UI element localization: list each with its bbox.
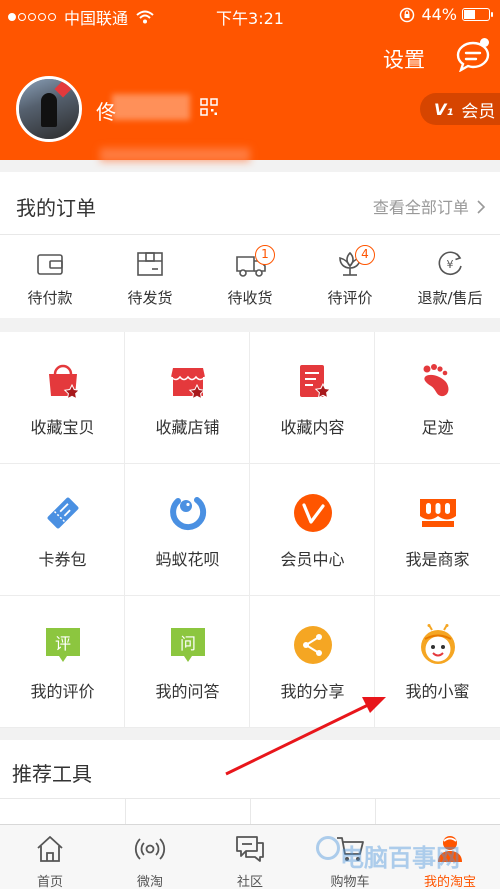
huabei-icon [170, 497, 207, 531]
watermark-logo-icon [316, 836, 340, 860]
refund-icon: ¥ [438, 251, 462, 275]
grid-huabei[interactable]: 蚂蚁花呗 [125, 464, 250, 596]
grid-my-share[interactable]: 我的分享 [250, 596, 375, 728]
review-icon: 评 [46, 628, 80, 662]
chevron-right-icon [477, 200, 486, 214]
vip-button[interactable]: V₁ 会员 [420, 93, 500, 125]
xiaomi-bee-icon [421, 624, 455, 664]
profile-header: 中国联通 下午3:21 44% 设置 佟 V₁ 会员 [0, 0, 500, 162]
order-pending-shipment[interactable]: 待发货 [100, 235, 200, 318]
avatar[interactable] [16, 76, 82, 142]
order-refund[interactable]: ¥ 退款/售后 [400, 235, 500, 318]
vip-level-icon: V₁ [434, 99, 454, 119]
grid-footprint[interactable]: 足迹 [375, 332, 500, 464]
fav-content-icon [300, 365, 332, 399]
order-pending-review[interactable]: 4 待评价 [300, 235, 400, 318]
settings-button[interactable]: 设置 [383, 44, 425, 74]
grid-my-qa[interactable]: 问 我的问答 [125, 596, 250, 728]
home-icon [37, 836, 63, 862]
svg-text:问: 问 [180, 634, 196, 653]
watermark: 电脑百事网 [340, 844, 460, 872]
orders-title: 我的订单 [16, 196, 96, 220]
receipt-count-badge: 1 [255, 245, 275, 265]
tab-home[interactable]: 首页 [0, 825, 100, 889]
tools-grid: 收藏宝贝 收藏店铺 收藏内容 足迹 卡券包 蚂蚁花呗 会员中心 我是商家 评 我… [0, 332, 500, 728]
broadcast-icon [134, 838, 166, 860]
tab-community[interactable]: 社区 [200, 825, 300, 889]
tab-weitao[interactable]: 微淘 [100, 825, 200, 889]
community-icon [236, 836, 264, 862]
review-count-badge: 4 [355, 245, 375, 265]
coupon-icon [47, 497, 79, 529]
grid-my-xiaomi[interactable]: 我的小蜜 [375, 596, 500, 728]
wallet-icon [37, 254, 63, 275]
order-pending-receipt[interactable]: 1 待收货 [200, 235, 300, 318]
merchant-icon [420, 499, 456, 527]
message-unread-dot [480, 38, 489, 47]
username-blur [112, 94, 190, 120]
battery-icon [462, 8, 493, 21]
grid-fav-items[interactable]: 收藏宝贝 [0, 332, 125, 464]
view-all-orders-link[interactable]: 查看全部订单 [373, 194, 486, 218]
package-icon [137, 252, 163, 276]
fav-item-icon [49, 364, 81, 400]
share-icon [294, 626, 332, 664]
orders-card: 我的订单 查看全部订单 待付款 待发货 1 待收货 4 待评价 ¥ 退款/售后 [0, 172, 500, 318]
grid-vip-center[interactable]: 会员中心 [250, 464, 375, 596]
vip-label: 会员 [461, 101, 496, 122]
grid-fav-shops[interactable]: 收藏店铺 [125, 332, 250, 464]
order-pending-payment[interactable]: 待付款 [0, 235, 100, 318]
grid-merchant[interactable]: 我是商家 [375, 464, 500, 596]
grid-fav-content[interactable]: 收藏内容 [250, 332, 375, 464]
footprint-icon [423, 364, 449, 397]
svg-text:¥: ¥ [447, 258, 454, 271]
svg-text:评: 评 [55, 634, 71, 653]
qr-code-icon[interactable] [200, 98, 218, 116]
recommended-tools: 推荐工具 [0, 740, 500, 830]
vip-center-icon [294, 494, 332, 532]
status-bar: 中国联通 下午3:21 44% [0, 0, 500, 28]
grid-my-reviews[interactable]: 评 我的评价 [0, 596, 125, 728]
qa-icon: 问 [171, 628, 205, 662]
battery-percent: 44% [421, 5, 457, 24]
rotation-lock-icon [400, 7, 415, 22]
grid-coupons[interactable]: 卡券包 [0, 464, 125, 596]
fav-shop-icon [170, 368, 206, 400]
recommended-title: 推荐工具 [12, 762, 92, 786]
